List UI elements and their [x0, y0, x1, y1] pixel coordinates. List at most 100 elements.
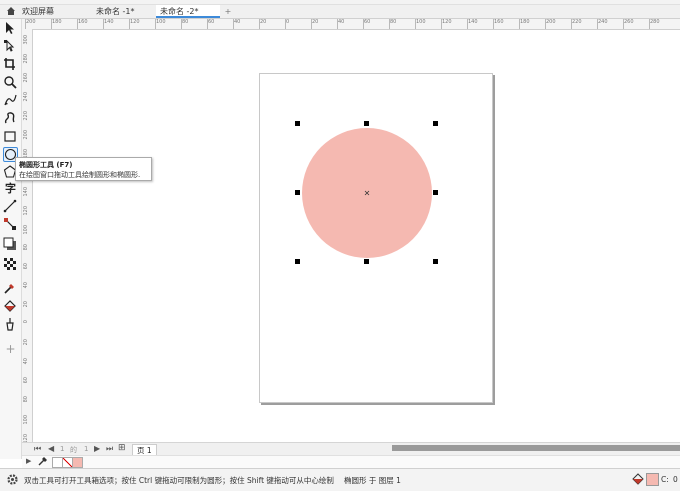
- tooltip-title: 椭圆形工具 (F7): [19, 161, 73, 169]
- ruler-h-tick: 200: [25, 19, 36, 29]
- settings-gear-icon[interactable]: [6, 473, 19, 488]
- selection-handle-left[interactable]: [295, 190, 300, 195]
- ruler-h-tick: 180: [519, 19, 530, 29]
- document-palette: ▶: [22, 455, 680, 468]
- tooltip-description: 在绘图窗口拖动工具绘制圆形和椭圆形.: [19, 171, 141, 179]
- ruler-h-tick: 140: [467, 19, 478, 29]
- interactive-fill-tool-icon[interactable]: [3, 299, 18, 314]
- ruler-h-tick: 0: [284, 19, 290, 29]
- new-tab-button[interactable]: +: [222, 5, 234, 18]
- crop-tool-icon[interactable]: [3, 57, 18, 72]
- ruler-v-tick: 20: [23, 301, 29, 308]
- ruler-v-tick: 200: [23, 130, 29, 140]
- smart-fill-tool-icon[interactable]: [3, 317, 18, 332]
- rectangle-tool-icon[interactable]: [3, 129, 18, 144]
- artistic-media-tool-icon[interactable]: [3, 111, 18, 126]
- text-tool-icon[interactable]: 字: [3, 181, 18, 196]
- ruler-v-tick: 40: [23, 358, 29, 365]
- ruler-h-tick: 100: [155, 19, 166, 29]
- ruler-h-tick: 120: [441, 19, 452, 29]
- ruler-h-tick: 200: [545, 19, 556, 29]
- ruler-h-tick: 160: [493, 19, 504, 29]
- fill-bucket-icon[interactable]: [632, 473, 644, 487]
- page-total: 1: [84, 445, 89, 453]
- selection-handle-bottom[interactable]: [364, 259, 369, 264]
- ruler-h-tick: 140: [103, 19, 114, 29]
- eyedropper-tool-icon[interactable]: [3, 281, 18, 296]
- ruler-v-tick: 0: [23, 320, 29, 324]
- selection-handle-top-right[interactable]: [433, 121, 438, 126]
- ruler-v-tick: 60: [23, 263, 29, 270]
- ruler-v-tick: 100: [23, 415, 29, 425]
- zoom-tool-icon[interactable]: [3, 75, 18, 90]
- ruler-v-tick: 280: [23, 54, 29, 64]
- tab-doc-1-label: 未命名 -1*: [96, 7, 135, 16]
- ruler-h-tick: 100: [415, 19, 426, 29]
- ruler-v-tick: 100: [23, 225, 29, 235]
- ruler-v-tick: 220: [23, 111, 29, 121]
- ruler-h-tick: 60: [362, 19, 371, 29]
- selection-handle-right[interactable]: [433, 190, 438, 195]
- ruler-h-tick: 180: [51, 19, 62, 29]
- add-tool-icon[interactable]: +: [3, 342, 18, 357]
- selection-handle-bottom-right[interactable]: [433, 259, 438, 264]
- last-page-icon[interactable]: ⏭: [106, 444, 113, 454]
- ruler-v-tick: 60: [23, 377, 29, 384]
- ruler-v-tick: 80: [23, 396, 29, 403]
- ruler-v-tick: 260: [23, 73, 29, 83]
- ruler-h-tick: 160: [77, 19, 88, 29]
- document-tab-bar: 欢迎屏幕 未命名 -1* 未命名 -2* +: [0, 5, 680, 19]
- ruler-h-tick: 40: [232, 19, 241, 29]
- selection-handle-top[interactable]: [364, 121, 369, 126]
- ruler-v-tick: 80: [23, 244, 29, 251]
- horizontal-scrollbar[interactable]: [392, 445, 680, 451]
- horizontal-ruler[interactable]: 200 180 160 140 120 100 80 60 40 20 0 20 40 60 80 100 12…: [22, 19, 680, 30]
- shape-tool-icon[interactable]: [3, 39, 18, 54]
- fill-color-label: C:: [661, 475, 669, 484]
- ruler-v-tick: 40: [23, 282, 29, 289]
- add-page-icon[interactable]: ⊞: [118, 443, 126, 453]
- tab-doc-1[interactable]: 未命名 -1*: [92, 5, 156, 18]
- next-page-icon[interactable]: ▶: [94, 444, 100, 453]
- page-current[interactable]: 1: [60, 445, 64, 453]
- ruler-h-tick: 280: [649, 19, 660, 29]
- ruler-h-tick: 120: [129, 19, 140, 29]
- ruler-v-tick: 300: [23, 35, 29, 45]
- prev-page-icon[interactable]: ◀: [48, 444, 54, 453]
- tool-tooltip: 椭圆形工具 (F7) 在绘图窗口拖动工具绘制圆形和椭圆形.: [15, 157, 152, 181]
- tab-welcome[interactable]: 欢迎屏幕: [18, 5, 90, 18]
- freehand-tool-icon[interactable]: [3, 93, 18, 108]
- ruler-h-tick: 80: [388, 19, 397, 29]
- ruler-h-tick: 240: [597, 19, 608, 29]
- swatch-ellipse-color[interactable]: [72, 457, 83, 468]
- dimension-tool-icon[interactable]: [3, 199, 18, 214]
- palette-arrow-icon[interactable]: ▶: [26, 457, 31, 465]
- page-of-label: 的: [70, 446, 77, 454]
- transparency-tool-icon[interactable]: [3, 257, 18, 272]
- ruler-h-tick: 20: [258, 19, 267, 29]
- home-icon[interactable]: [6, 5, 16, 18]
- connector-tool-icon[interactable]: [3, 217, 18, 232]
- ruler-h-tick: 20: [310, 19, 319, 29]
- pick-tool-icon[interactable]: [3, 21, 18, 36]
- ruler-h-tick: 60: [206, 19, 215, 29]
- ruler-h-tick: 260: [623, 19, 634, 29]
- ruler-v-tick: 120: [23, 206, 29, 216]
- tab-doc-2-label: 未命名 -2*: [160, 7, 199, 16]
- ruler-v-tick: 240: [23, 92, 29, 102]
- ruler-v-tick: 140: [23, 187, 29, 197]
- selection-handle-bottom-left[interactable]: [295, 259, 300, 264]
- vertical-ruler[interactable]: 3002802602402202001801601401201008060402…: [22, 29, 33, 442]
- ruler-h-tick: 40: [336, 19, 345, 29]
- status-object-info: 椭圆形 于 图层 1: [344, 476, 401, 485]
- status-bar: 双击工具可打开工具箱选项；按住 Ctrl 键拖动可限制为圆形；按住 Shift …: [0, 468, 680, 491]
- first-page-icon[interactable]: ⏮: [34, 444, 41, 454]
- drop-shadow-tool-icon[interactable]: [3, 237, 18, 252]
- ruler-h-tick: 80: [180, 19, 189, 29]
- fill-color-swatch[interactable]: [646, 473, 659, 486]
- selection-handle-top-left[interactable]: [295, 121, 300, 126]
- palette-eyedropper-icon[interactable]: [38, 456, 48, 468]
- toolbox: 字 +: [0, 19, 22, 459]
- tab-doc-2[interactable]: 未命名 -2*: [156, 5, 220, 18]
- ruler-v-tick: 20: [23, 339, 29, 346]
